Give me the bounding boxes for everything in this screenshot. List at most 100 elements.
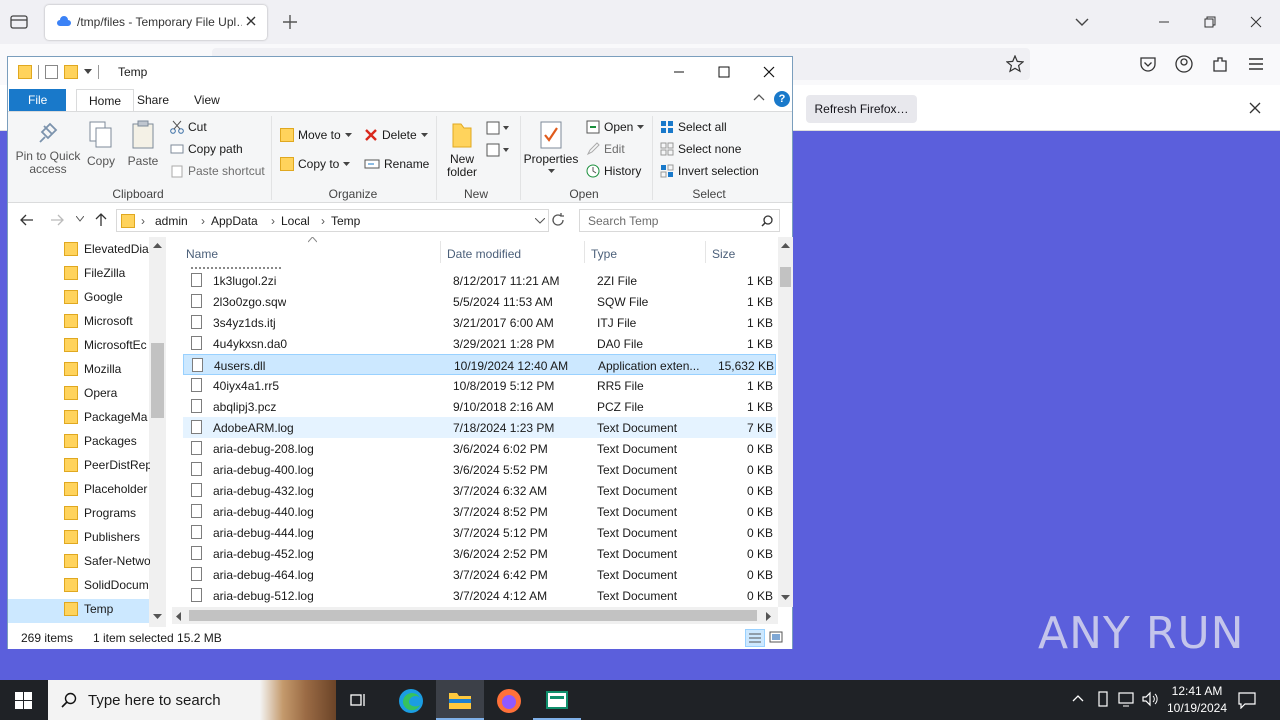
tab-list-icon[interactable] — [10, 14, 28, 30]
breadcrumb-appdata[interactable]: AppData — [211, 214, 258, 228]
close-notification-icon[interactable] — [1249, 102, 1261, 114]
column-name[interactable]: Name — [186, 247, 218, 261]
network-icon[interactable] — [1118, 691, 1136, 707]
new-folder-button[interactable]: New folder — [442, 120, 482, 179]
column-separator[interactable] — [440, 241, 441, 263]
select-all-button[interactable]: Select all — [660, 120, 727, 134]
file-row[interactable]: aria-debug-432.log 3/7/2024 6:32 AM Text D… — [183, 480, 776, 501]
chevron-up-icon[interactable] — [1072, 694, 1084, 702]
scroll-down-icon[interactable] — [153, 614, 162, 620]
nav-item[interactable]: Mozilla — [64, 357, 150, 381]
file-row[interactable]: 3s4yz1ds.itj 3/21/2017 6:00 AM ITJ File 1 K… — [183, 312, 776, 333]
taskbar-search-box[interactable]: Type here to search — [48, 680, 336, 720]
chevron-down-icon[interactable] — [1074, 14, 1090, 30]
properties-check-icon[interactable] — [45, 65, 58, 79]
nav-item[interactable]: Packages — [64, 429, 150, 453]
file-row[interactable]: aria-debug-400.log 3/6/2024 5:52 PM Text D… — [183, 459, 776, 480]
copy-path-button[interactable]: Copy path — [170, 142, 243, 156]
copy-button[interactable]: Copy — [84, 120, 118, 168]
scroll-up-icon[interactable] — [781, 243, 790, 249]
refresh-icon[interactable] — [551, 213, 565, 227]
column-size[interactable]: Size — [712, 247, 735, 261]
properties-button[interactable]: Properties — [522, 120, 580, 174]
scroll-up-icon[interactable] — [153, 243, 162, 249]
column-separator[interactable] — [584, 241, 585, 263]
minimize-icon[interactable] — [1141, 0, 1187, 44]
file-row[interactable]: 40iyx4a1.rr5 10/8/2019 5:12 PM RR5 File 1 K… — [183, 375, 776, 396]
nav-item[interactable]: PeerDistRep — [64, 453, 150, 477]
new-item-icon[interactable] — [486, 121, 510, 135]
address-bar[interactable]: › admin › AppData › Local › Temp — [116, 209, 549, 232]
tab-view[interactable]: View — [182, 89, 232, 111]
device-icon[interactable] — [1096, 691, 1110, 707]
windows-start-icon[interactable] — [15, 692, 32, 709]
rename-button[interactable]: Rename — [364, 157, 429, 171]
nav-item[interactable]: Opera — [64, 381, 150, 405]
file-list-scroll-thumb[interactable] — [780, 267, 791, 287]
horizontal-scrollbar[interactable] — [172, 607, 778, 624]
nav-item[interactable]: Publishers — [64, 525, 150, 549]
nav-item[interactable]: Placeholder — [64, 477, 150, 501]
delete-button[interactable]: Delete — [364, 128, 428, 142]
nav-item[interactable]: Temp — [64, 597, 150, 621]
file-row[interactable]: 2l3o0zgo.sqw 5/5/2024 11:53 AM SQW File 1 K… — [183, 291, 776, 312]
collapse-ribbon-icon[interactable] — [753, 93, 765, 101]
pocket-icon[interactable] — [1139, 55, 1157, 73]
file-row[interactable]: 4users.dll 10/19/2024 12:40 AM Application… — [183, 354, 776, 375]
tab-share[interactable]: Share — [125, 89, 181, 111]
account-icon[interactable] — [1175, 55, 1193, 73]
breadcrumb-local[interactable]: Local — [281, 214, 310, 228]
nav-item[interactable]: Programs — [64, 501, 150, 525]
nav-item[interactable]: PackageMa — [64, 405, 150, 429]
app-taskbar-button[interactable] — [533, 680, 581, 720]
tab-file[interactable]: File — [9, 89, 67, 111]
menu-icon[interactable] — [1247, 55, 1265, 73]
file-row[interactable]: aria-debug-208.log 3/6/2024 6:02 PM Text D… — [183, 438, 776, 459]
scroll-right-icon[interactable] — [766, 612, 772, 621]
file-row[interactable]: 1k3lugol.2zi 8/12/2017 11:21 AM 2ZI File 1 … — [183, 270, 776, 291]
large-icons-view-icon[interactable] — [769, 631, 783, 643]
scroll-down-icon[interactable] — [781, 595, 790, 601]
star-icon[interactable] — [1006, 55, 1024, 73]
nav-item[interactable]: SolidDocum — [64, 573, 150, 597]
help-icon[interactable]: ? — [774, 91, 790, 107]
refresh-firefox-button[interactable]: Refresh Firefox… — [806, 95, 917, 123]
back-icon[interactable] — [20, 214, 34, 226]
file-row[interactable]: 4u4ykxsn.da0 3/29/2021 1:28 PM DA0 File 1 K… — [183, 333, 776, 354]
new-folder-icon[interactable] — [64, 65, 78, 79]
task-view-icon[interactable] — [350, 691, 368, 709]
nav-item[interactable]: Google — [64, 285, 150, 309]
paste-button[interactable]: Paste — [126, 120, 160, 168]
new-tab-icon[interactable] — [282, 14, 298, 30]
navigation-scrollbar[interactable] — [149, 237, 166, 627]
browser-tab[interactable]: /tmp/files - Temporary File Upl… — [45, 5, 267, 40]
breadcrumb-temp[interactable]: Temp — [331, 214, 360, 228]
nav-item[interactable]: MicrosoftEc — [64, 333, 150, 357]
paste-shortcut-button[interactable]: Paste shortcut — [170, 164, 265, 178]
copy-to-button[interactable]: Copy to — [280, 157, 351, 171]
close-tab-icon[interactable] — [245, 15, 257, 27]
file-row[interactable]: AdobeARM.log 7/18/2024 1:23 PM Text Docume… — [183, 417, 776, 438]
navigation-scroll-thumb[interactable] — [151, 343, 164, 418]
address-dropdown-icon[interactable] — [535, 218, 545, 224]
edge-icon[interactable] — [398, 688, 424, 714]
up-icon[interactable] — [95, 213, 107, 227]
column-type[interactable]: Type — [591, 247, 617, 261]
history-button[interactable]: History — [586, 164, 641, 178]
pin-quick-access-button[interactable]: Pin to Quick access — [14, 122, 82, 176]
nav-item[interactable]: Safer-Netwo — [64, 549, 150, 573]
nav-item[interactable]: ElevatedDia — [64, 237, 150, 261]
horizontal-scroll-thumb[interactable] — [189, 610, 757, 621]
chevron-down-icon[interactable] — [84, 69, 92, 75]
volume-icon[interactable] — [1142, 691, 1160, 707]
column-date-modified[interactable]: Date modified — [447, 247, 521, 261]
select-none-button[interactable]: Select none — [660, 142, 741, 156]
column-separator[interactable] — [705, 241, 706, 263]
recent-locations-icon[interactable] — [76, 216, 84, 222]
file-row[interactable]: abqlipj3.pcz 9/10/2018 2:16 AM PCZ File 1 K… — [183, 396, 776, 417]
forward-icon[interactable] — [50, 214, 64, 226]
file-list-scrollbar[interactable] — [778, 237, 793, 607]
search-input[interactable]: Search Temp — [579, 209, 780, 232]
open-button[interactable]: Open — [586, 120, 645, 134]
notifications-icon[interactable] — [1238, 691, 1256, 709]
